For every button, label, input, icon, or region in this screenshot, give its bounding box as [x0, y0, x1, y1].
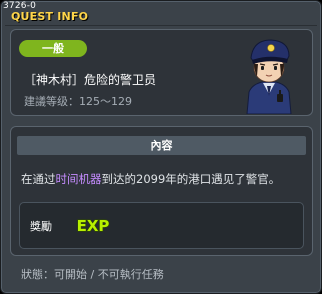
window-title: QUEST INFO — [11, 10, 89, 23]
quest-status: 狀態：可開始 / 不可執行任務 — [21, 268, 164, 281]
quest-category-badge: 一般 — [19, 40, 87, 57]
reward-label: 獎勵 — [30, 220, 52, 233]
content-header: 內容 — [17, 136, 306, 155]
description-before: 在通过 — [21, 172, 56, 186]
police-officer-npc-icon — [246, 39, 292, 114]
quest-header-panel: 一般 ［神木村］危险的警卫员 建議等级：125～129 — [10, 29, 313, 116]
quest-level-range: 建議等级：125～129 — [24, 95, 132, 108]
exp-icon-text: EXP — [77, 217, 110, 235]
quest-description: 在通过时间机器到达的2099年的港口遇见了警官。 — [21, 171, 280, 187]
quest-content-panel: 內容 在通过时间机器到达的2099年的港口遇见了警官。 獎勵 EXP — [10, 126, 313, 256]
title-divider — [5, 25, 317, 26]
exp-icon: EXP — [76, 216, 110, 235]
reward-box: 獎勵 EXP — [19, 202, 304, 249]
description-highlight: 时间机器 — [55, 172, 102, 186]
quest-name: ［神木村］危险的警卫员 — [24, 73, 157, 87]
description-after: 到达的2099年的港口遇见了警官。 — [101, 172, 281, 186]
quest-info-window: 3726-0 QUEST INFO 一般 ［神木村］危险的警卫员 建議等级：12… — [0, 0, 322, 294]
